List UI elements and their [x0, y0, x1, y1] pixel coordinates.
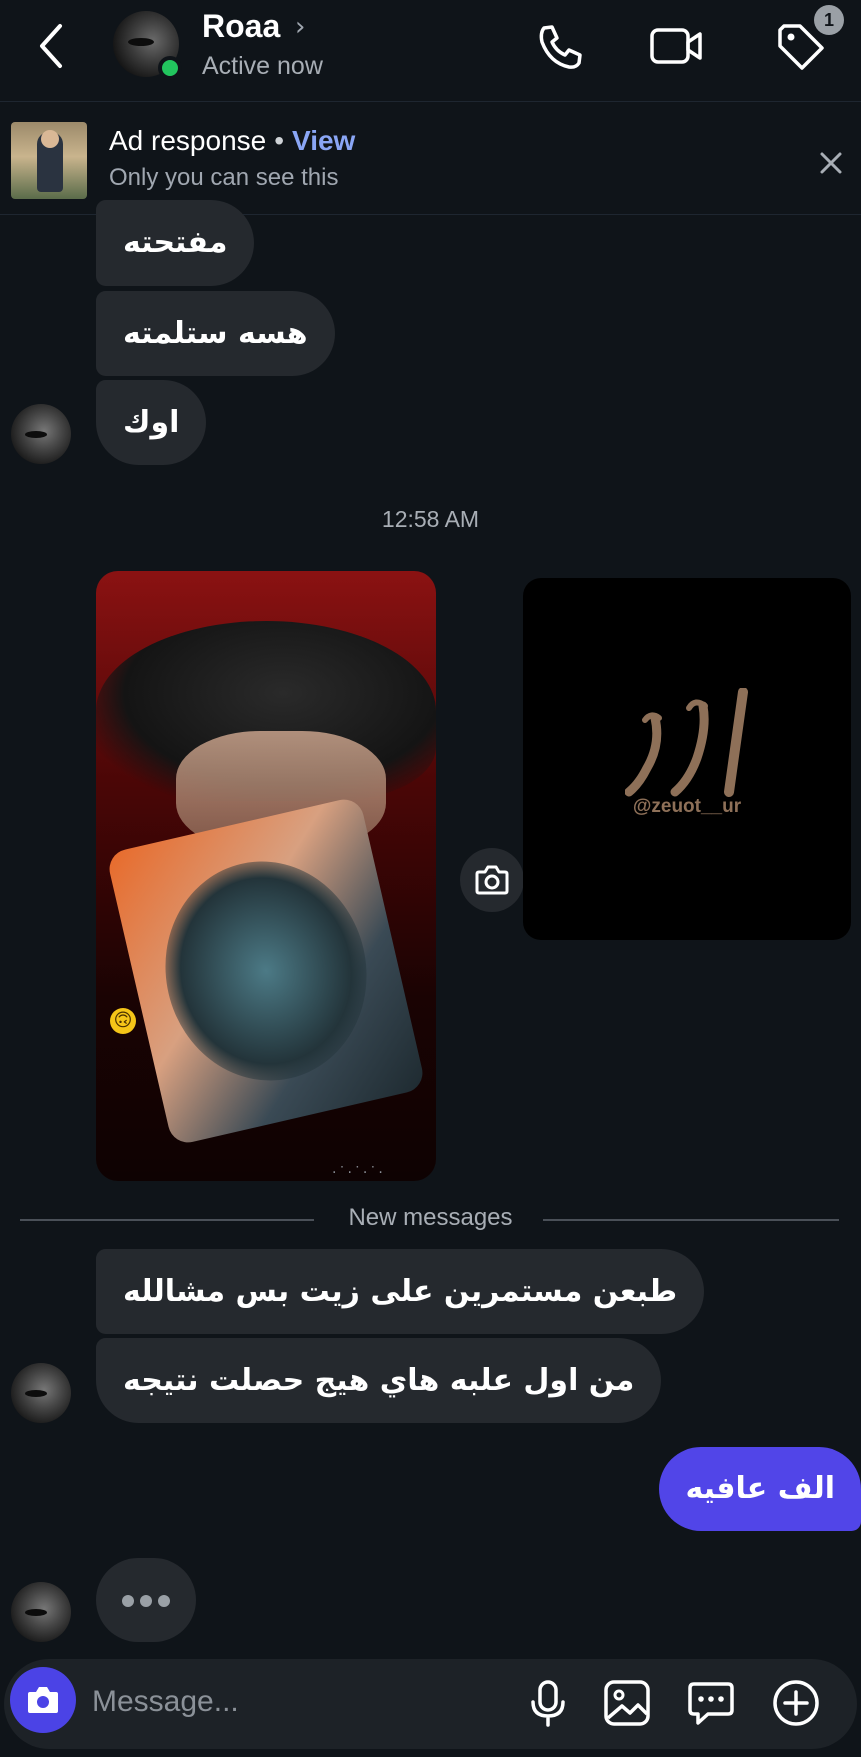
ad-title: Ad response	[109, 125, 267, 156]
close-icon[interactable]	[812, 144, 850, 182]
camera-icon	[475, 865, 509, 895]
notification-badge: 1	[814, 5, 844, 35]
incoming-message-bubble[interactable]: طبعن مستمرين على زيت بس مشالله	[96, 1249, 705, 1334]
add-icon[interactable]	[769, 1676, 823, 1730]
contact-status: Active now	[202, 52, 323, 80]
ad-view-link[interactable]: View	[292, 125, 355, 156]
incoming-message-bubble[interactable]: اوك	[96, 380, 207, 465]
back-chevron-icon[interactable]	[30, 18, 74, 74]
image-icon[interactable]	[600, 1676, 654, 1730]
camera-icon	[28, 1687, 58, 1713]
video-call-icon[interactable]	[646, 18, 706, 74]
message-input[interactable]	[92, 1679, 492, 1725]
message-composer	[0, 1659, 861, 1749]
phone-icon[interactable]	[530, 18, 590, 74]
sender-avatar[interactable]	[11, 1363, 71, 1423]
ad-title-row: Ad response • View	[109, 125, 355, 157]
inset-photo	[105, 795, 427, 1147]
contact-name[interactable]: Roaa	[202, 8, 280, 45]
message-timestamp: 12:58 AM	[381, 506, 480, 532]
outgoing-message-bubble[interactable]: الف عافيه	[659, 1447, 861, 1531]
sender-avatar[interactable]	[11, 404, 71, 464]
profile-chevron-icon[interactable]: ›	[295, 12, 305, 42]
brand-logo	[625, 688, 748, 797]
camera-reply-button[interactable]	[460, 848, 524, 912]
ad-response-banner	[0, 103, 861, 215]
ad-separator: •	[274, 125, 285, 156]
sender-avatar[interactable]	[11, 1582, 71, 1642]
loading-dots: ·˙·˙·˙·	[332, 1165, 385, 1181]
story-handle: @zeuot__ur	[632, 796, 742, 817]
chat-bubble-icon[interactable]	[684, 1676, 738, 1730]
new-messages-divider: New messages	[348, 1204, 513, 1231]
camera-button[interactable]	[10, 1667, 76, 1733]
microphone-icon[interactable]	[521, 1676, 575, 1730]
incoming-message-bubble[interactable]: من اول علبه هاي هيج حصلت نتيجه	[96, 1338, 662, 1423]
photo-message[interactable]: 🙃 ·˙·˙·˙·	[96, 571, 436, 1181]
typing-indicator	[96, 1558, 196, 1642]
online-status-dot	[158, 56, 182, 80]
ad-subtitle: Only you can see this	[109, 164, 339, 191]
divider-line-right	[543, 1219, 839, 1221]
shared-story-card[interactable]: @zeuot__ur	[523, 578, 851, 940]
chat-header: Roaa › Active now 1	[0, 0, 861, 102]
upside-down-face-emoji: 🙃	[110, 1008, 136, 1034]
ad-thumbnail[interactable]	[11, 122, 87, 199]
incoming-message-bubble[interactable]: مفتحته	[96, 200, 255, 286]
incoming-message-bubble[interactable]: هسه ستلمته	[96, 291, 335, 376]
